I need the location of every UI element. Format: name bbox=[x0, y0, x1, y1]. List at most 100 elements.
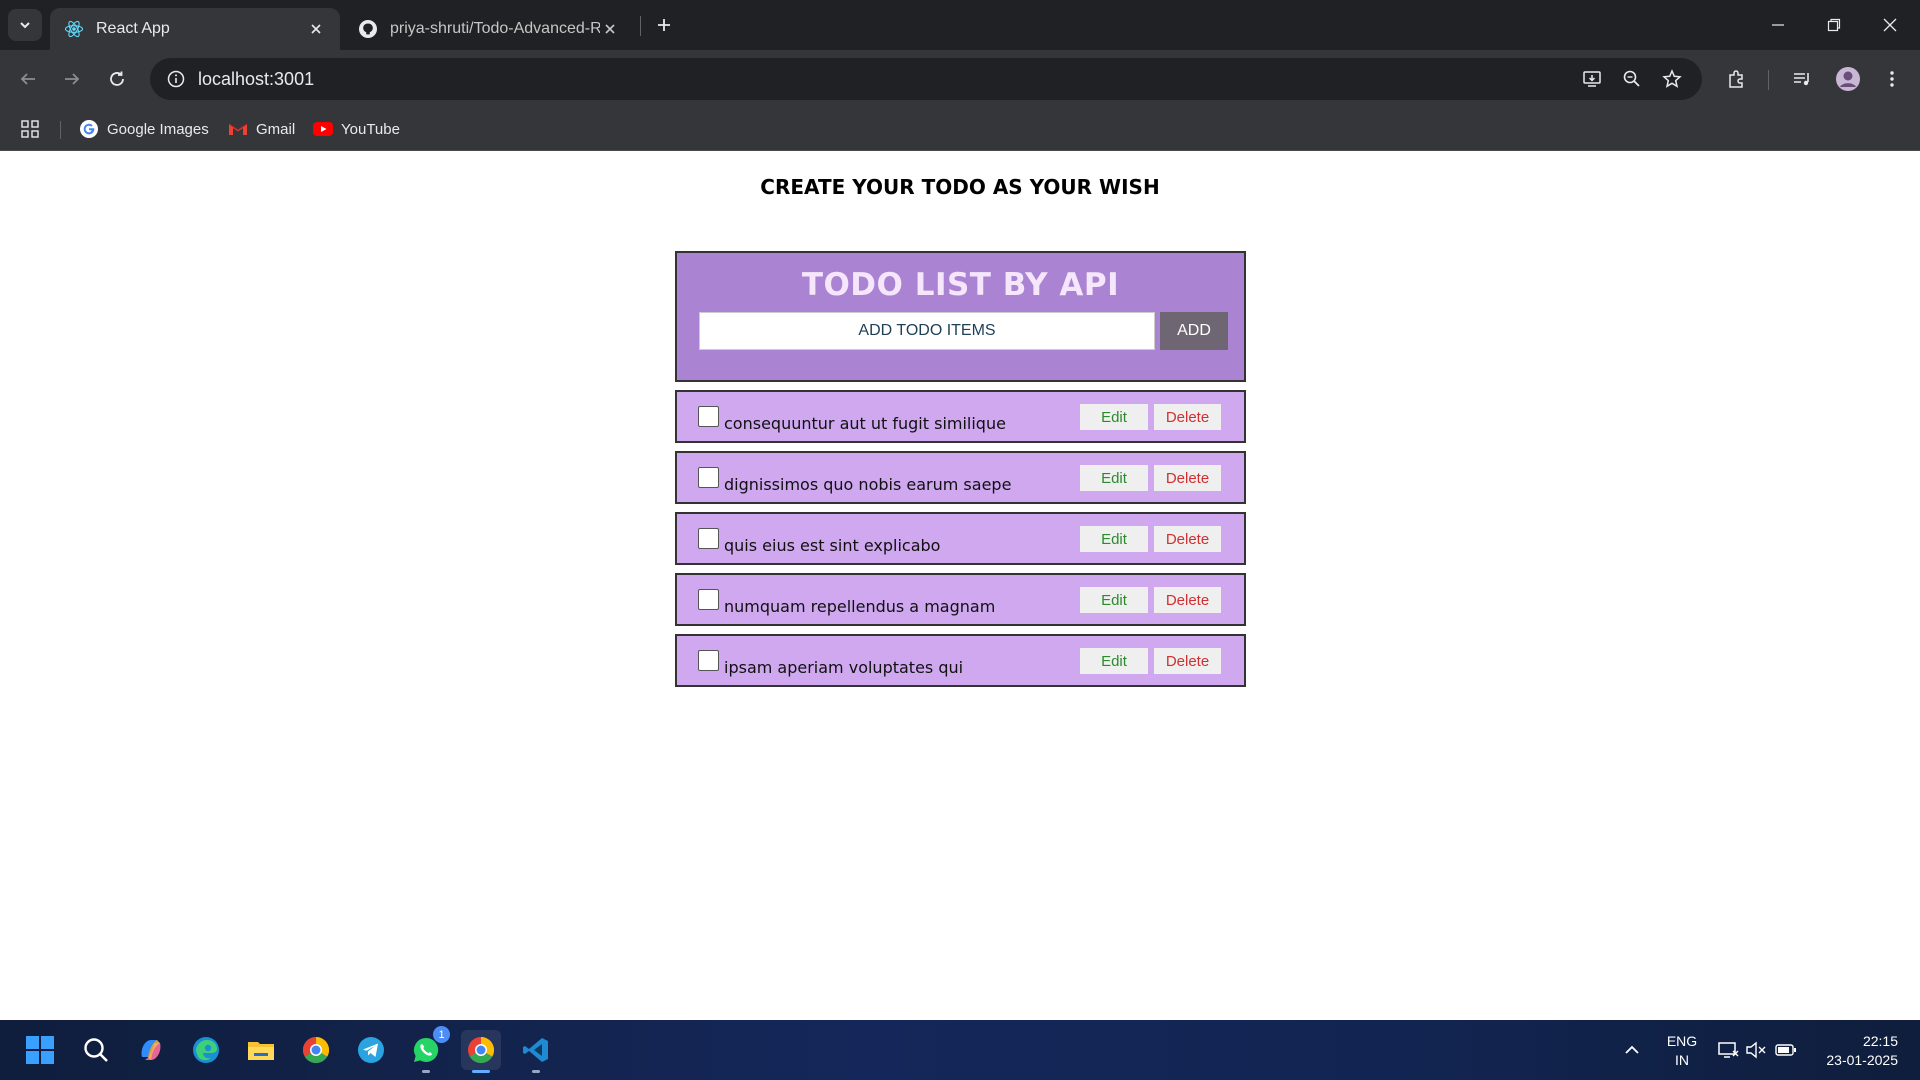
todo-text: consequuntur aut ut fugit similique bbox=[724, 414, 1006, 433]
edit-button[interactable]: Edit bbox=[1080, 465, 1148, 491]
edit-button[interactable]: Edit bbox=[1080, 526, 1148, 552]
browser-tab-strip: React App priya-shruti/Todo-Advanced-Re bbox=[0, 0, 1920, 50]
arrow-left-icon bbox=[20, 73, 35, 85]
todo-text: quis eius est sint explicabo bbox=[724, 536, 941, 555]
media-controls-icon[interactable] bbox=[1786, 63, 1818, 95]
back-button[interactable] bbox=[12, 63, 44, 95]
taskbar-chrome-active[interactable] bbox=[461, 1030, 501, 1073]
page-viewport: CREATE YOUR TODO AS YOUR WISH TODO LIST … bbox=[0, 151, 1920, 1020]
apps-grid-icon[interactable] bbox=[20, 116, 40, 142]
start-button[interactable] bbox=[20, 1030, 60, 1070]
address-bar[interactable]: localhost:3001 bbox=[150, 58, 1702, 100]
reload-button[interactable] bbox=[101, 63, 133, 95]
clock-time: 22:15 bbox=[1862, 1033, 1898, 1049]
todo-checkbox[interactable] bbox=[698, 406, 719, 427]
todo-app: TODO LIST BY API ADD consequuntur aut ut… bbox=[675, 251, 1246, 687]
browser-toolbar: localhost:3001 bbox=[0, 50, 1920, 108]
tab-search-button[interactable] bbox=[8, 9, 42, 41]
add-todo-row: ADD bbox=[677, 312, 1244, 350]
vscode-icon bbox=[523, 1038, 548, 1062]
tab-separator bbox=[640, 16, 641, 36]
language-indicator[interactable]: ENG IN bbox=[1662, 1032, 1702, 1070]
extensions-icon[interactable] bbox=[1720, 63, 1752, 95]
bookmark-google-images[interactable]: Google Images bbox=[79, 116, 209, 142]
taskbar-copilot[interactable] bbox=[131, 1030, 171, 1070]
arrow-right-icon bbox=[65, 73, 80, 85]
bookmarks-bar: Google Images Gmail YouTube bbox=[0, 108, 1920, 151]
system-clock[interactable]: 22:15 23-01-2025 bbox=[1808, 1032, 1898, 1070]
forward-button[interactable] bbox=[56, 63, 88, 95]
bookmark-youtube[interactable]: YouTube bbox=[313, 116, 400, 142]
restore-button[interactable] bbox=[1806, 0, 1862, 50]
close-window-button[interactable] bbox=[1862, 0, 1918, 50]
todo-item: dignissimos quo nobis earum saepe Edit D… bbox=[675, 451, 1246, 504]
add-button[interactable]: ADD bbox=[1160, 312, 1228, 350]
windows-taskbar: 1 ENG IN 22:15 23-01-2025 bbox=[0, 1020, 1920, 1080]
taskbar-whatsapp[interactable]: 1 bbox=[406, 1026, 450, 1073]
zoom-icon[interactable] bbox=[1616, 63, 1648, 95]
taskbar-telegram[interactable] bbox=[351, 1030, 391, 1070]
todo-checkbox[interactable] bbox=[698, 528, 719, 549]
bookmark-gmail[interactable]: Gmail bbox=[228, 116, 295, 142]
todo-text: ipsam aperiam voluptates qui bbox=[724, 658, 964, 677]
tab-react-app[interactable]: React App bbox=[50, 8, 340, 50]
tab-title: React App bbox=[96, 20, 170, 37]
todo-checkbox[interactable] bbox=[698, 650, 719, 671]
folder-icon bbox=[248, 1042, 274, 1060]
battery-icon[interactable] bbox=[1774, 1020, 1798, 1080]
bookmark-label: YouTube bbox=[341, 120, 400, 138]
todo-header: TODO LIST BY API ADD bbox=[675, 251, 1246, 382]
new-tab-button[interactable] bbox=[650, 11, 678, 39]
site-info-icon[interactable] bbox=[154, 58, 198, 100]
edge-icon bbox=[193, 1037, 219, 1063]
more-menu-icon[interactable] bbox=[1876, 63, 1908, 95]
youtube-icon bbox=[313, 119, 333, 139]
reload-icon bbox=[110, 71, 124, 86]
todo-checkbox[interactable] bbox=[698, 467, 719, 488]
taskbar-edge[interactable] bbox=[186, 1030, 226, 1070]
clock-date: 23-01-2025 bbox=[1826, 1052, 1898, 1068]
search-icon bbox=[84, 1038, 108, 1062]
show-hidden-icons-button[interactable] bbox=[1620, 1020, 1644, 1080]
todo-input[interactable] bbox=[699, 312, 1155, 350]
edit-button[interactable]: Edit bbox=[1080, 404, 1148, 430]
delete-button[interactable]: Delete bbox=[1154, 587, 1221, 613]
tab-github-repo[interactable]: priya-shruti/Todo-Advanced-Re bbox=[344, 8, 634, 50]
windows-logo-icon bbox=[26, 1036, 54, 1064]
notification-badge: 1 bbox=[433, 1026, 450, 1043]
network-icon[interactable] bbox=[1716, 1020, 1740, 1080]
delete-button[interactable]: Delete bbox=[1154, 648, 1221, 674]
todo-item: numquam repellendus a magnam Edit Delete bbox=[675, 573, 1246, 626]
todo-item: consequuntur aut ut fugit similique Edit… bbox=[675, 390, 1246, 443]
volume-muted-icon[interactable] bbox=[1744, 1020, 1768, 1080]
chevron-up-icon bbox=[1625, 1045, 1639, 1054]
delete-button[interactable]: Delete bbox=[1154, 465, 1221, 491]
google-icon bbox=[79, 119, 99, 139]
edit-button[interactable]: Edit bbox=[1080, 648, 1148, 674]
todo-item: quis eius est sint explicabo Edit Delete bbox=[675, 512, 1246, 565]
gmail-icon bbox=[228, 119, 248, 139]
delete-button[interactable]: Delete bbox=[1154, 526, 1221, 552]
react-icon bbox=[64, 19, 84, 39]
chrome-icon bbox=[302, 1036, 330, 1064]
minimize-icon bbox=[1772, 24, 1784, 26]
language-code: ENG bbox=[1666, 1033, 1698, 1049]
delete-button[interactable]: Delete bbox=[1154, 404, 1221, 430]
bookmark-label: Google Images bbox=[107, 120, 209, 138]
restore-icon bbox=[1827, 18, 1841, 32]
bookmark-star-icon[interactable] bbox=[1656, 63, 1688, 95]
taskbar-vscode[interactable] bbox=[516, 1030, 556, 1073]
edit-button[interactable]: Edit bbox=[1080, 587, 1148, 613]
chevron-down-icon bbox=[20, 22, 30, 29]
install-app-icon[interactable] bbox=[1576, 63, 1608, 95]
taskbar-search-button[interactable] bbox=[76, 1030, 116, 1070]
todo-checkbox[interactable] bbox=[698, 589, 719, 610]
taskbar-chrome[interactable] bbox=[296, 1030, 336, 1070]
profile-avatar[interactable] bbox=[1832, 63, 1864, 95]
bookmarks-divider bbox=[60, 121, 61, 139]
close-tab-icon[interactable] bbox=[600, 19, 620, 39]
close-tab-icon[interactable] bbox=[306, 19, 326, 39]
bookmark-label: Gmail bbox=[256, 120, 296, 138]
minimize-button[interactable] bbox=[1750, 0, 1806, 50]
taskbar-file-explorer[interactable] bbox=[241, 1030, 281, 1070]
